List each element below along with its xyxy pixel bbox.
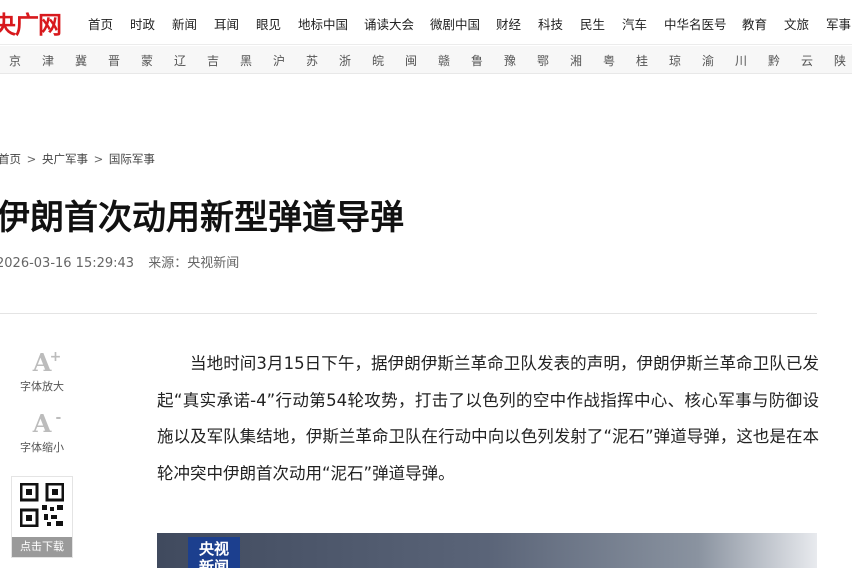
province-link[interactable]: 晋 (108, 52, 120, 69)
nav-item-tech[interactable]: 科技 (538, 14, 563, 33)
nav-item-landmark-china[interactable]: 地标中国 (298, 14, 348, 33)
province-link[interactable]: 苏 (306, 52, 318, 69)
province-link[interactable]: 湘 (570, 52, 582, 69)
article-meta: 2026-03-16 15:29:43 来源：央视新闻 (0, 252, 249, 271)
nav-item-politics[interactable]: 时政 (130, 14, 155, 33)
province-link[interactable]: 琼 (669, 52, 681, 69)
header-divider (0, 313, 817, 314)
article-title: 伊朗首次动用新型弹道导弹 (0, 198, 404, 238)
province-link[interactable]: 黔 (768, 52, 780, 69)
province-link[interactable]: 桂 (636, 52, 648, 69)
province-link[interactable]: 黑 (240, 52, 252, 69)
article-source: 来源：央视新闻 (148, 256, 240, 271)
breadcrumb-separator: > (26, 152, 37, 166)
province-link[interactable]: 陕 (834, 52, 846, 69)
province-link[interactable]: 粤 (603, 52, 615, 69)
province-nav: 京 津 冀 晋 蒙 辽 吉 黑 沪 苏 浙 皖 闽 赣 鲁 豫 鄂 湘 粤 桂 … (0, 46, 852, 74)
breadcrumb-separator: > (93, 152, 104, 166)
province-link[interactable]: 津 (42, 52, 54, 69)
font-enlarge-button[interactable]: A + 字体放大 (12, 348, 72, 394)
province-link[interactable]: 鄂 (537, 52, 549, 69)
province-link[interactable]: 沪 (273, 52, 285, 69)
article-datetime: 2026-03-16 15:29:43 (0, 256, 135, 271)
province-link[interactable]: 京 (9, 52, 21, 69)
province-link[interactable]: 川 (735, 52, 747, 69)
province-link[interactable]: 赣 (438, 52, 450, 69)
province-link[interactable]: 吉 (207, 52, 219, 69)
province-link[interactable]: 蒙 (141, 52, 153, 69)
province-link[interactable]: 闽 (405, 52, 417, 69)
cctv-news-badge: 央视 新闻 (188, 537, 240, 568)
nav-item-doctors[interactable]: 中华名医号 (664, 14, 727, 33)
nav-item-auto[interactable]: 汽车 (622, 14, 647, 33)
nav-item-yanjian[interactable]: 眼见 (256, 14, 281, 33)
app-download-qr[interactable]: 点击下载 (11, 476, 73, 558)
font-shrink-icon: A- (32, 409, 62, 438)
nav-item-reading[interactable]: 诵读大会 (364, 14, 414, 33)
province-link[interactable]: 辽 (174, 52, 186, 69)
nav-item-education[interactable]: 教育 (742, 14, 767, 33)
font-shrink-button[interactable]: A- 字体缩小 (12, 409, 72, 455)
article-body: 当地时间3月15日下午，据伊朗伊斯兰革命卫队发表的声明，伊朗伊斯兰革命卫队已发起… (157, 354, 819, 483)
nav-item-micro-drama[interactable]: 微剧中国 (430, 14, 480, 33)
province-link[interactable]: 皖 (372, 52, 384, 69)
breadcrumb-subsection[interactable]: 国际军事 (109, 152, 155, 166)
nav-item-finance[interactable]: 财经 (496, 14, 521, 33)
site-logo[interactable]: 央广网 (0, 8, 62, 39)
breadcrumb-section[interactable]: 央广军事 (42, 152, 88, 166)
font-enlarge-icon: A + (32, 348, 62, 377)
province-link[interactable]: 渝 (702, 52, 714, 69)
breadcrumb: 首页 > 央广军事 > 国际军事 (0, 151, 155, 167)
breadcrumb-home[interactable]: 首页 (0, 152, 21, 166)
province-link[interactable]: 浙 (339, 52, 351, 69)
province-link[interactable]: 冀 (75, 52, 87, 69)
province-link[interactable]: 云 (801, 52, 813, 69)
video-player[interactable]: 央视 新闻 (157, 533, 817, 568)
nav-item-military[interactable]: 军事 (826, 14, 851, 33)
qr-download-label: 点击下载 (12, 537, 72, 557)
nav-item-livelihood[interactable]: 民生 (580, 14, 605, 33)
nav-item-culture-travel[interactable]: 文旅 (784, 14, 809, 33)
font-shrink-label: 字体缩小 (20, 441, 64, 454)
province-link[interactable]: 鲁 (471, 52, 483, 69)
site-logo-text: 央广网 (0, 9, 62, 39)
font-enlarge-label: 字体放大 (20, 380, 64, 393)
province-link[interactable]: 豫 (504, 52, 516, 69)
qr-code-icon (20, 483, 64, 527)
top-nav: 央广网 首页 时政 新闻 耳闻 眼见 地标中国 诵读大会 微剧中国 财经 科技 … (0, 0, 852, 45)
nav-item-news[interactable]: 新闻 (172, 14, 197, 33)
nav-item-erwen[interactable]: 耳闻 (214, 14, 239, 33)
nav-item-home[interactable]: 首页 (88, 14, 113, 33)
